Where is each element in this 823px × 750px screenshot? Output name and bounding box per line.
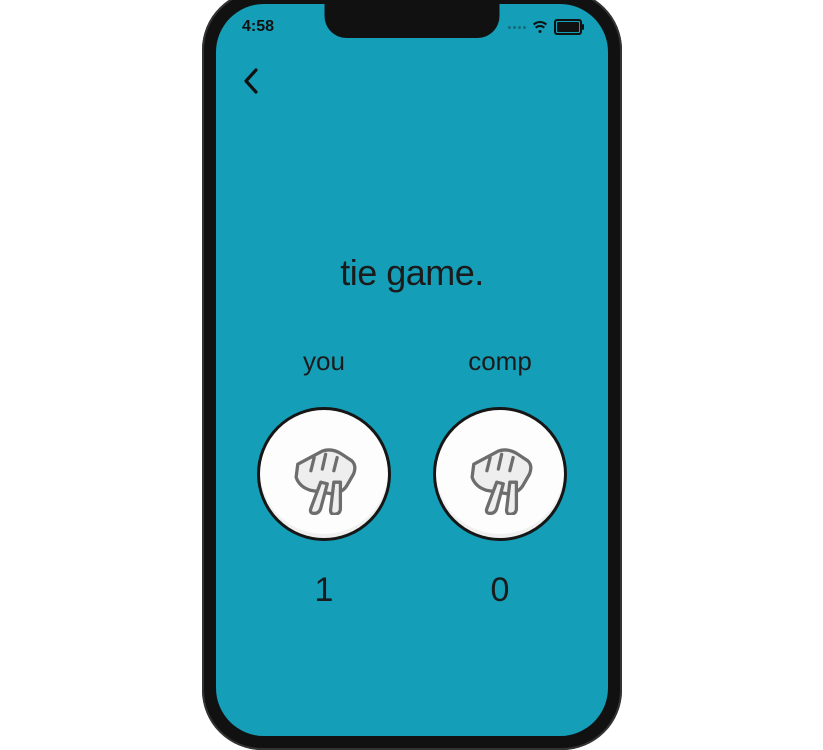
result-text: tie game. — [340, 252, 484, 294]
back-button[interactable] — [234, 64, 268, 98]
player-comp-label: comp — [468, 346, 532, 377]
player-you-hand[interactable] — [257, 407, 391, 541]
scissors-icon — [283, 433, 365, 515]
chevron-left-icon — [243, 68, 259, 94]
wifi-icon — [532, 21, 548, 33]
notch — [325, 4, 500, 38]
player-you: you — [257, 346, 391, 610]
phone-frame: 4:58 tie game. you — [202, 0, 622, 750]
status-indicators — [508, 19, 582, 35]
player-comp-hand[interactable] — [433, 407, 567, 541]
phone-screen: 4:58 tie game. you — [216, 4, 608, 736]
players-row: you — [257, 346, 567, 610]
status-time: 4:58 — [242, 18, 274, 36]
battery-icon — [554, 19, 582, 35]
scissors-icon — [459, 433, 541, 515]
player-you-score: 1 — [315, 571, 334, 610]
game-area: tie game. you — [216, 4, 608, 736]
player-comp: comp 0 — [433, 346, 567, 610]
player-you-label: you — [303, 346, 345, 377]
player-comp-score: 0 — [491, 571, 510, 610]
nav-bar — [234, 64, 268, 98]
cellular-icon — [508, 26, 526, 29]
